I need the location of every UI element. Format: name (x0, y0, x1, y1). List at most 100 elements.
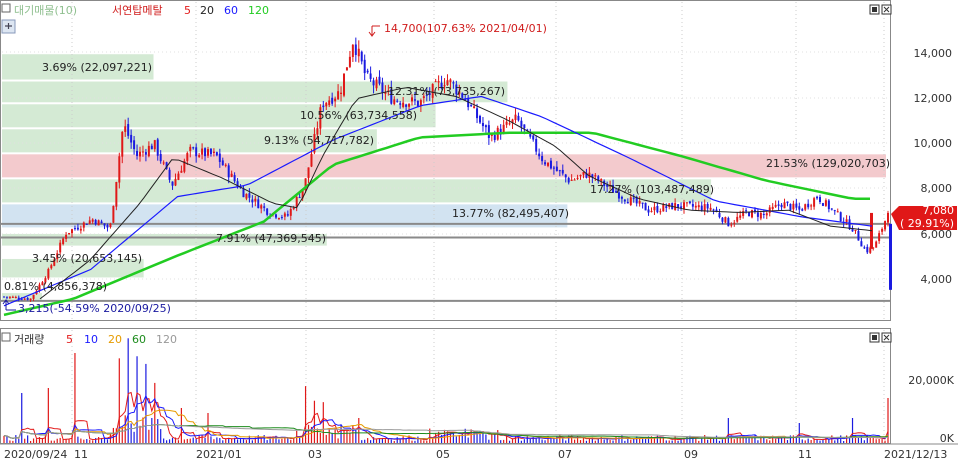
candle-body (221, 160, 224, 166)
candle-body (307, 167, 310, 179)
volume-bar (278, 439, 280, 443)
volume-bar (503, 439, 505, 443)
candle-body (215, 152, 218, 156)
candle-body (286, 214, 289, 216)
high-annotation: 14,700(107.63% 2021/04/01) (368, 22, 547, 37)
candle-body (207, 149, 209, 156)
candle-body (765, 213, 768, 216)
price-tick: 10,000 (914, 137, 953, 150)
volume-bar (331, 432, 333, 443)
candle-body (393, 99, 396, 105)
volume-bar (6, 436, 8, 443)
candle-body (662, 204, 665, 212)
legend-toggle-icon[interactable] (1, 3, 11, 13)
volume-bar (819, 440, 821, 443)
candle-body (644, 202, 647, 211)
candle-body (23, 298, 26, 300)
legend-ma5: 5 (184, 4, 191, 17)
candle-body (97, 220, 100, 226)
candle-body (819, 197, 821, 203)
candle-body (159, 153, 162, 162)
volume-bar (168, 439, 171, 443)
candle-body (218, 153, 221, 162)
candle-body (106, 225, 109, 228)
volume-bar (177, 440, 180, 443)
candle-body (260, 205, 263, 209)
candle-body (683, 202, 685, 210)
candle-body (833, 210, 836, 212)
volume-bar (349, 432, 351, 443)
volume-bar (9, 440, 11, 443)
volume-bar (3, 435, 5, 443)
volume-bar (863, 440, 865, 443)
candle-body (109, 223, 112, 228)
candle-body (538, 153, 541, 157)
candle-body (792, 203, 795, 210)
candle-body (162, 162, 165, 164)
volume-bar (807, 438, 809, 443)
volume-bar (242, 439, 245, 443)
candle-body (343, 73, 345, 96)
volume-bar (207, 413, 209, 443)
candle-body (351, 44, 354, 58)
volume-bar (313, 400, 316, 443)
candle-body (854, 229, 857, 231)
volume-bar (843, 440, 845, 443)
candle-body (130, 134, 133, 143)
candle-body (186, 153, 189, 161)
candle-body (836, 211, 839, 213)
candle-body (257, 199, 260, 209)
candle-body (641, 202, 644, 204)
candle-body (345, 67, 348, 71)
candle-body (437, 81, 440, 83)
volume-bar (639, 438, 641, 443)
volume-bar (523, 439, 525, 443)
volume-bar (535, 438, 537, 443)
volume-bar (222, 440, 224, 443)
volume-bar (183, 439, 185, 443)
volume-axis: 20,000K 0K (908, 374, 954, 445)
candle-body (632, 197, 635, 199)
candle-body (112, 205, 115, 223)
volume-bar (163, 438, 165, 443)
candle-body (570, 179, 573, 181)
volume-bar (884, 440, 886, 443)
volume-bar (562, 438, 564, 443)
candle-body (600, 179, 603, 181)
candle-body (3, 296, 5, 298)
candle-body (558, 170, 561, 172)
candle-body (224, 164, 227, 166)
candle-body (310, 153, 313, 167)
candle-body (552, 167, 555, 169)
volume-bar (59, 437, 61, 443)
candle-body (579, 175, 582, 177)
candle-body (484, 125, 487, 128)
candle-body (638, 201, 641, 204)
profile-label: 7.91% (47,369,545) (216, 232, 326, 245)
date-label: 07 (558, 448, 572, 461)
candle-body (204, 148, 207, 157)
volume-bar (414, 440, 416, 443)
candle-body (881, 228, 884, 232)
legend-toggle-icon[interactable] (1, 332, 11, 342)
volume-bar (95, 438, 97, 443)
candle-body (209, 148, 212, 155)
candle-body (561, 169, 564, 174)
volume-bar (857, 437, 860, 443)
candle-body (795, 203, 798, 208)
candle-body (656, 205, 659, 213)
candle-body (665, 206, 668, 208)
volume-bar (145, 363, 147, 443)
volume-bar (780, 438, 783, 443)
volume-bar (786, 440, 789, 443)
candle-body (535, 138, 538, 152)
volume-bar (189, 438, 191, 443)
date-label: 09 (684, 448, 698, 461)
candle-body (325, 102, 328, 107)
volume-bar (367, 438, 369, 443)
volume-bar (284, 437, 286, 443)
candle-body (85, 223, 88, 225)
candle-body (263, 206, 266, 208)
volume-bar (390, 439, 392, 443)
candle-body (878, 233, 881, 242)
